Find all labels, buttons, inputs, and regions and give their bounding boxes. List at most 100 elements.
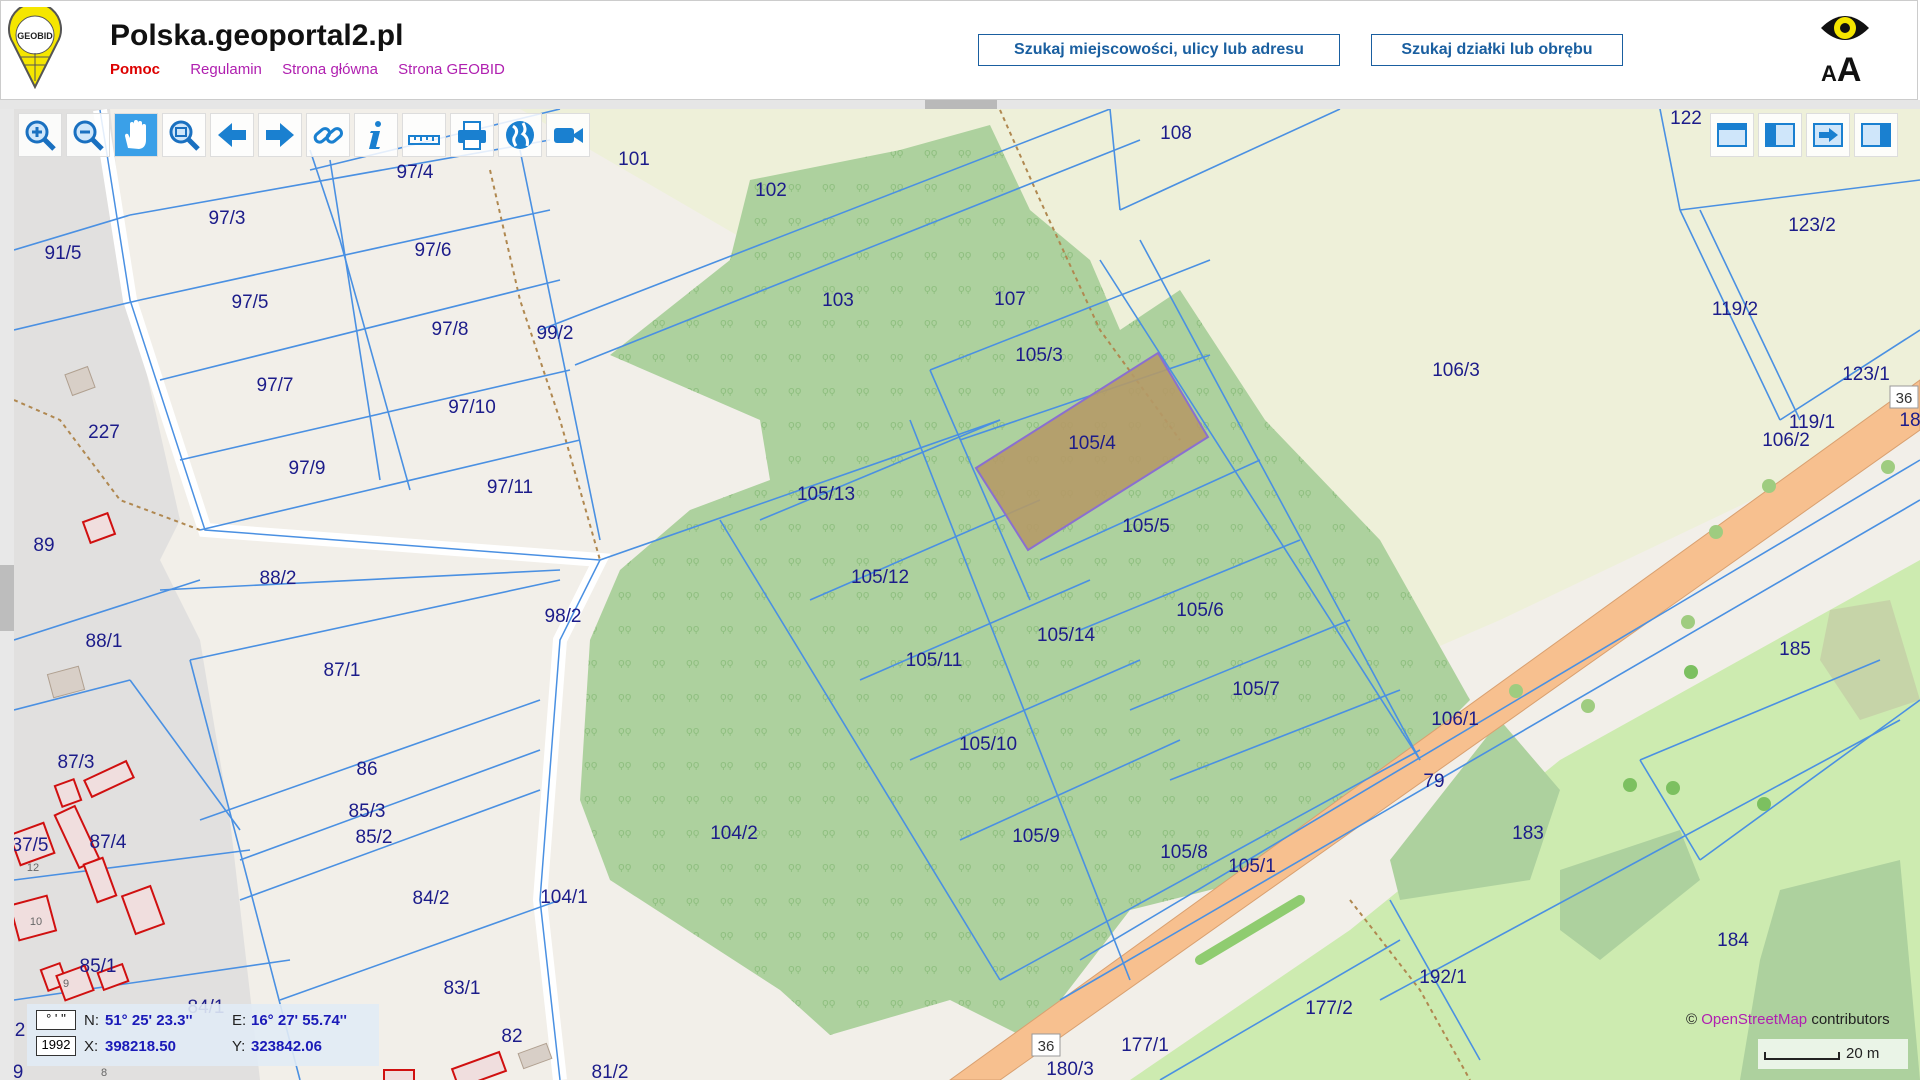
parcel-label: 183 [1512, 823, 1544, 844]
x-label: X: [84, 1038, 99, 1055]
info-icon[interactable] [354, 113, 398, 157]
e-value: 16° 27' 55.74'' [251, 1012, 347, 1029]
dms-toggle-button[interactable]: ° ' '' [36, 1010, 76, 1030]
site-title[interactable]: Polska.geoportal2.pl [110, 19, 403, 53]
parcel-label: 88/1 [86, 631, 123, 652]
parcel-label: 97/4 [397, 162, 434, 183]
parcel-label: 119/2 [1712, 299, 1758, 320]
back-arrow-icon[interactable] [210, 113, 254, 157]
geobid-logo[interactable]: GEOBID [7, 2, 63, 90]
parcel-label: 105/9 [1012, 826, 1060, 847]
parcel-label: 97/8 [432, 319, 469, 340]
parcel-label: 97/6 [415, 240, 452, 261]
parcel-label: 85/2 [356, 827, 393, 848]
print-icon[interactable] [450, 113, 494, 157]
parcel-label: 123/1 [1842, 364, 1890, 385]
parcel-label: 104/1 [540, 887, 588, 908]
building-number-label: 8 [101, 1067, 107, 1079]
search-address-button[interactable]: Szukaj miejscowości, ulicy lub adresu [978, 34, 1340, 66]
left-panel-handle[interactable] [0, 565, 14, 631]
nav-strona-geobid[interactable]: Strona GEOBID [398, 61, 505, 78]
parcel-label: 105/1 [1228, 856, 1276, 877]
map-labels: 101 102 103 107 108 122 123/2 119/2 123/… [14, 109, 1920, 1080]
parcel-label: 104/2 [710, 823, 758, 844]
e-label: E: [232, 1012, 247, 1029]
road-number-label: 36 [1038, 1038, 1055, 1055]
nav-pomoc[interactable]: Pomoc [110, 61, 160, 78]
search-parcel-button[interactable]: Szukaj działki lub obrębu [1371, 34, 1623, 66]
nav-strona-glowna[interactable]: Strona główna [282, 61, 378, 78]
parcel-label: 97/5 [232, 292, 269, 313]
font-size-toggle[interactable]: AA [1821, 51, 1861, 90]
parcel-label: 180/3 [1046, 1059, 1094, 1080]
parcel-label: 177/1 [1121, 1035, 1169, 1056]
parcel-label: 87/1 [324, 660, 361, 681]
panel-top-icon[interactable] [1710, 113, 1754, 157]
panel-collapse-handle[interactable] [925, 100, 997, 109]
parcel-label: 108 [1160, 123, 1192, 144]
parcel-label: 83/1 [444, 978, 481, 999]
hand-icon[interactable] [114, 113, 158, 157]
parcel-label: 82 [501, 1026, 522, 1047]
video-camera-icon[interactable] [546, 113, 590, 157]
parcel-label: 105/7 [1232, 679, 1280, 700]
parcel-label: 105/6 [1176, 600, 1224, 621]
measure-icon[interactable] [402, 113, 446, 157]
parcel-label: 103 [822, 290, 854, 311]
parcel-label: 37/5 [14, 835, 48, 856]
parcel-label: 97/9 [289, 458, 326, 479]
parcel-label: 105/8 [1160, 842, 1208, 863]
parcel-label: 88/2 [260, 568, 297, 589]
scale-line [1764, 1052, 1840, 1060]
parcel-label: 105/5 [1122, 516, 1170, 537]
y-label: Y: [232, 1038, 246, 1055]
parcel-label: 97/10 [448, 397, 496, 418]
attribution-suffix: contributors [1811, 1011, 1890, 1028]
parcel-label: 79 [1423, 771, 1444, 792]
forward-arrow-icon[interactable] [258, 113, 302, 157]
parcel-label: 18 [1899, 410, 1920, 431]
link-icon[interactable] [306, 113, 350, 157]
parcel-label: 97/3 [209, 208, 246, 229]
parcel-label: 105/10 [959, 734, 1017, 755]
map-canvas[interactable]: ϙϙ [14, 109, 1920, 1080]
zoom-out-icon[interactable] [66, 113, 110, 157]
parcel-label: 192/1 [1419, 967, 1467, 988]
n-label: N: [84, 1012, 99, 1029]
top-nav: Pomoc Regulamin Strona główna Strona GEO… [110, 61, 521, 78]
openstreetmap-link[interactable]: OpenStreetMap [1701, 1011, 1807, 1028]
map-attribution: © OpenStreetMap contributors [1686, 1011, 1890, 1028]
parcel-label: 122 [1670, 109, 1702, 129]
x-value: 398218.50 [105, 1038, 176, 1055]
globe-icon[interactable] [498, 113, 542, 157]
parcel-label: 97/7 [257, 375, 294, 396]
parcel-label: 87/4 [90, 832, 127, 853]
zoom-in-icon[interactable] [18, 113, 62, 157]
nav-regulamin[interactable]: Regulamin [190, 61, 262, 78]
parcel-label: 123/2 [1788, 215, 1836, 236]
parcel-label: 105/13 [797, 484, 855, 505]
parcel-label: 177/2 [1305, 998, 1353, 1019]
parcel-label: 105/11 [906, 650, 963, 671]
parcel-label: 2 [15, 1020, 26, 1041]
building-number-label: 10 [30, 916, 42, 928]
parcel-label: 106/1 [1431, 709, 1479, 730]
parcel-label: 107 [994, 289, 1026, 310]
parcel-label: 9 [14, 1062, 23, 1080]
parcel-label: 184 [1717, 930, 1749, 951]
parcel-label: 227 [88, 422, 120, 443]
parcel-label: 84/2 [413, 888, 450, 909]
panel-right-icon[interactable] [1854, 113, 1898, 157]
panel-left-icon[interactable] [1758, 113, 1802, 157]
panel-export-icon[interactable] [1806, 113, 1850, 157]
parcel-label: 87/3 [58, 752, 95, 773]
parcel-label: 106/2 [1762, 430, 1810, 451]
parcel-label: 105/3 [1015, 345, 1063, 366]
parcel-label: 86 [356, 759, 377, 780]
accessibility-eye-icon[interactable] [1819, 10, 1871, 51]
parcel-label: 99/2 [537, 323, 574, 344]
parcel-label: 106/3 [1432, 360, 1480, 381]
zoom-box-icon[interactable] [162, 113, 206, 157]
coordinate-system-button[interactable]: 1992 [36, 1036, 76, 1056]
parcel-label: 81/2 [592, 1062, 629, 1080]
